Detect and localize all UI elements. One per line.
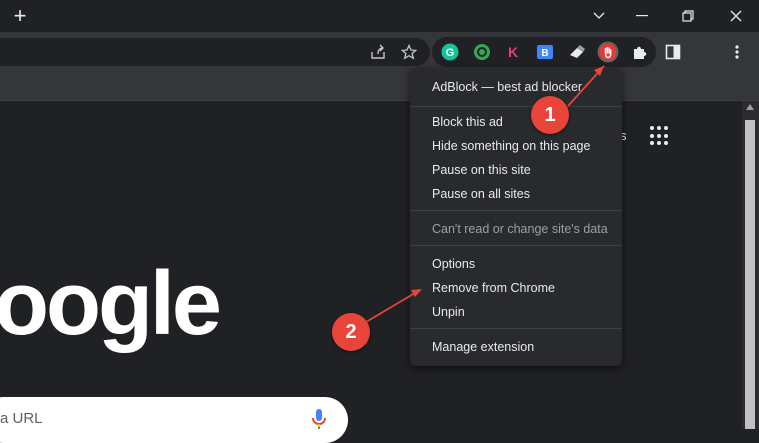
star-icon[interactable] — [397, 40, 421, 64]
share-icon[interactable] — [366, 40, 390, 64]
menu-separator — [410, 210, 622, 211]
menu-item-remove-from-chrome[interactable]: Remove from Chrome — [432, 281, 555, 295]
extension-context-menu: AdBlock — best ad blocker Block this ad … — [410, 68, 622, 366]
menu-title[interactable]: AdBlock — best ad blocker — [432, 80, 582, 94]
minimize-icon[interactable] — [620, 0, 664, 32]
annotation-badge-1: 1 — [531, 96, 569, 134]
new-tab-button[interactable]: + — [10, 5, 30, 27]
menu-item-manage-extension[interactable]: Manage extension — [432, 340, 534, 354]
green-extension-icon[interactable] — [470, 40, 494, 64]
kebab-menu-icon[interactable] — [725, 40, 749, 64]
svg-text:K: K — [508, 44, 518, 60]
scroll-up-arrow-icon[interactable] — [746, 104, 754, 110]
google-logo: oogle — [0, 254, 222, 354]
menu-separator — [410, 328, 622, 329]
adblock-icon[interactable] — [596, 40, 620, 64]
menu-item-pause-all[interactable]: Pause on all sites — [432, 187, 530, 201]
menu-item-block-ad[interactable]: Block this ad — [432, 115, 503, 129]
sidepanel-icon[interactable] — [661, 40, 685, 64]
search-placeholder: a URL — [0, 410, 43, 427]
menu-item-hide-something[interactable]: Hide something on this page — [432, 139, 590, 153]
puzzle-icon[interactable] — [628, 40, 652, 64]
eraser-extension-icon[interactable] — [565, 40, 589, 64]
microphone-icon[interactable] — [311, 408, 327, 430]
restore-icon[interactable] — [666, 0, 710, 32]
apps-grid-icon[interactable] — [650, 126, 670, 146]
menu-item-options[interactable]: Options — [432, 257, 475, 271]
menu-item-pause-site[interactable]: Pause on this site — [432, 163, 531, 177]
search-box[interactable] — [0, 397, 348, 443]
menu-separator — [410, 106, 622, 107]
svg-text:G: G — [446, 47, 455, 59]
k-extension-icon[interactable]: K — [501, 40, 525, 64]
scrollbar-thumb[interactable] — [745, 120, 755, 429]
close-icon[interactable] — [714, 0, 758, 32]
svg-text:B: B — [541, 48, 548, 59]
chevron-down-icon[interactable] — [577, 0, 621, 32]
grammarly-icon[interactable]: G — [438, 40, 462, 64]
menu-item-site-access-disabled: Can't read or change site's data — [432, 222, 608, 236]
menu-separator — [410, 245, 622, 246]
menu-item-unpin[interactable]: Unpin — [432, 305, 465, 319]
title-bar: + — [0, 0, 759, 32]
bookmarks-bar — [0, 72, 759, 101]
blue-extension-icon[interactable]: B — [533, 40, 557, 64]
annotation-badge-2: 2 — [332, 313, 370, 351]
